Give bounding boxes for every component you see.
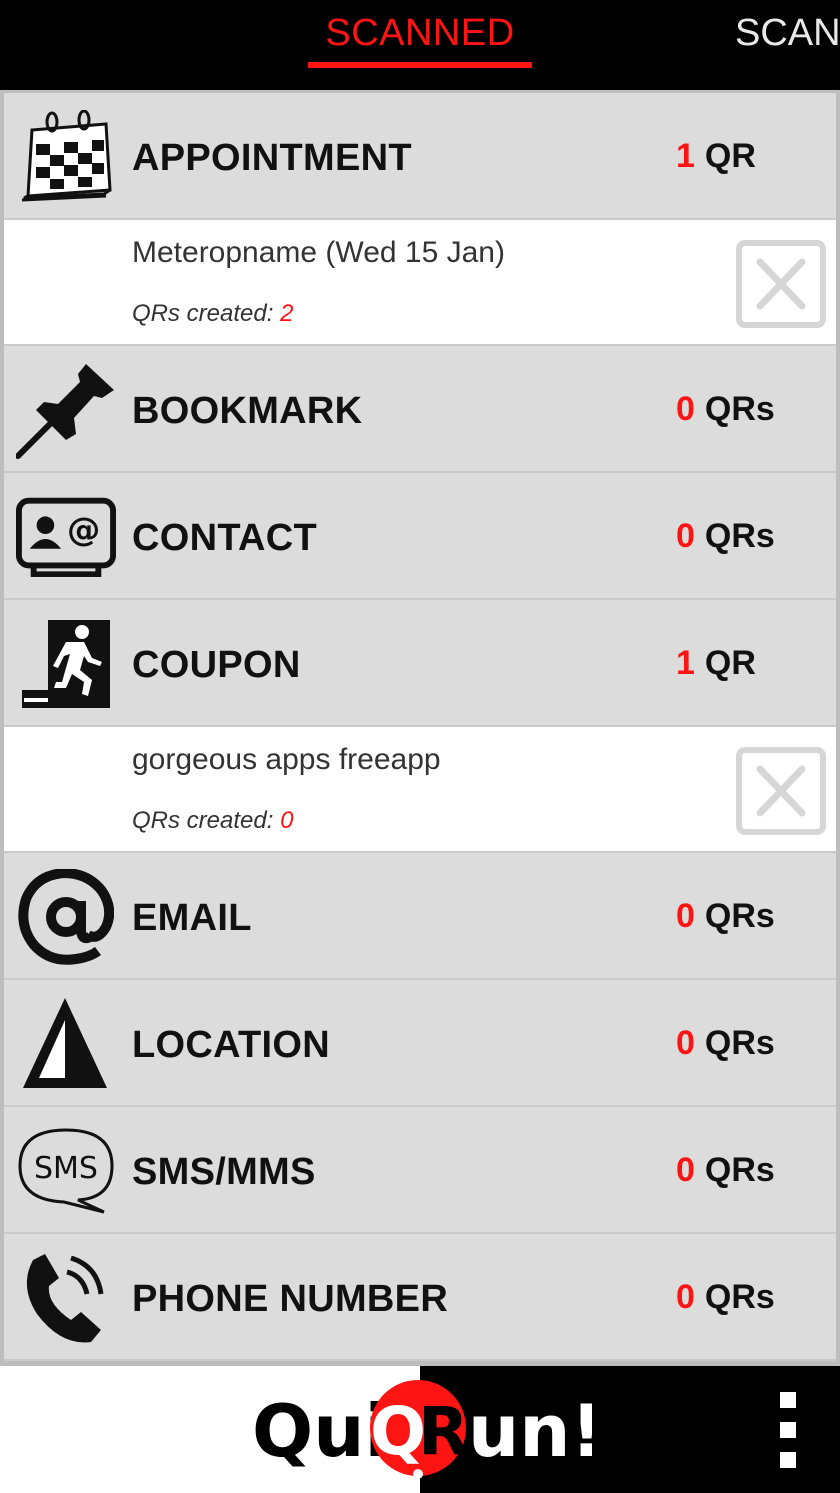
category-phone-number[interactable]: PHONE NUMBER 0 QRs [4,1234,836,1361]
qr-item-title: Meteropname (Wed 15 Jan) [132,236,505,269]
category-location[interactable]: LOCATION 0 QRs [4,980,836,1107]
category-label: APPOINTMENT [132,137,412,179]
overflow-menu-button[interactable] [778,1390,798,1470]
at-sign-icon [16,869,116,965]
tab-scanned[interactable]: SCANNED [308,12,532,55]
category-sms-mms[interactable]: SMS SMS/MMS 0 QRs [4,1107,836,1234]
category-email[interactable]: EMAIL 0 QRs [4,853,836,980]
qr-count: 1 QR [676,137,756,175]
category-label: CONTACT [132,517,318,559]
contact-card-icon: @ [16,489,116,585]
svg-text:SMS: SMS [34,1151,98,1186]
category-bookmark[interactable]: BOOKMARK 0 QRs [4,346,836,473]
qr-count: 0 QRs [676,1024,775,1062]
category-label: EMAIL [132,897,252,939]
phone-handset-icon [16,1250,116,1346]
calendar-icon [16,109,116,205]
category-label: PHONE NUMBER [132,1278,449,1320]
qr-item-created: QRs created: 0 [132,807,294,834]
qr-category-list: APPOINTMENT 1 QR Meteropname (Wed 15 Jan)… [0,90,840,1366]
close-icon [736,747,826,835]
delete-button[interactable] [736,240,826,328]
category-label: SMS/MMS [132,1151,316,1193]
navigation-arrow-icon [16,996,116,1092]
qr-count: 0 QRs [676,897,775,935]
category-label: BOOKMARK [132,390,363,432]
qr-count: 0 QRs [676,517,775,555]
category-contact[interactable]: @ CONTACT 0 QRs [4,473,836,600]
qr-count: 0 QRs [676,1151,775,1189]
category-label: LOCATION [132,1024,331,1066]
bottom-bar: Qui Q R un! [0,1366,840,1493]
qr-item-row[interactable]: gorgeous apps freeapp QRs created: 0 [4,727,836,853]
sms-bubble-icon: SMS [16,1123,116,1219]
svg-text:R: R [418,1393,469,1470]
qr-count: 1 QR [676,644,756,682]
qr-item-row[interactable]: Meteropname (Wed 15 Jan) QRs created: 2 [4,220,836,346]
delete-button[interactable] [736,747,826,835]
pushpin-icon [16,362,116,459]
svg-text:@: @ [67,510,100,549]
more-vert-icon [780,1392,796,1468]
category-coupon[interactable]: COUPON 1 QR [4,600,836,727]
tab-scan[interactable]: SCAN [735,12,840,55]
tab-bar: SCANNED SCAN [0,0,840,90]
category-appointment[interactable]: APPOINTMENT 1 QR [4,93,836,220]
qr-count: 0 QRs [676,390,775,428]
exit-runner-icon [16,616,116,712]
svg-text:Qui: Qui [252,1389,389,1473]
category-label: COUPON [132,644,301,686]
close-icon [736,240,826,328]
app-logo: Qui Q R un! [252,1378,603,1479]
tab-indicator [308,62,532,68]
qr-item-created: QRs created: 2 [132,300,294,327]
svg-text:un!: un! [468,1389,592,1473]
qr-item-title: gorgeous apps freeapp [132,743,441,776]
qr-count: 0 QRs [676,1278,775,1316]
